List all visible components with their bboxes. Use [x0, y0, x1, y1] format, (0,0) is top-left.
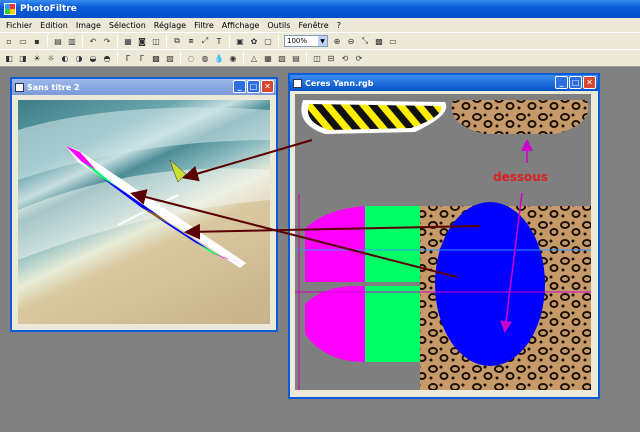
annotation-arrows: [130, 139, 533, 333]
arrow-wing-1: [130, 189, 458, 278]
arrow-dessous-down: [500, 192, 523, 333]
arrow-tail: [182, 139, 313, 182]
arrow-wing-2: [184, 223, 481, 240]
